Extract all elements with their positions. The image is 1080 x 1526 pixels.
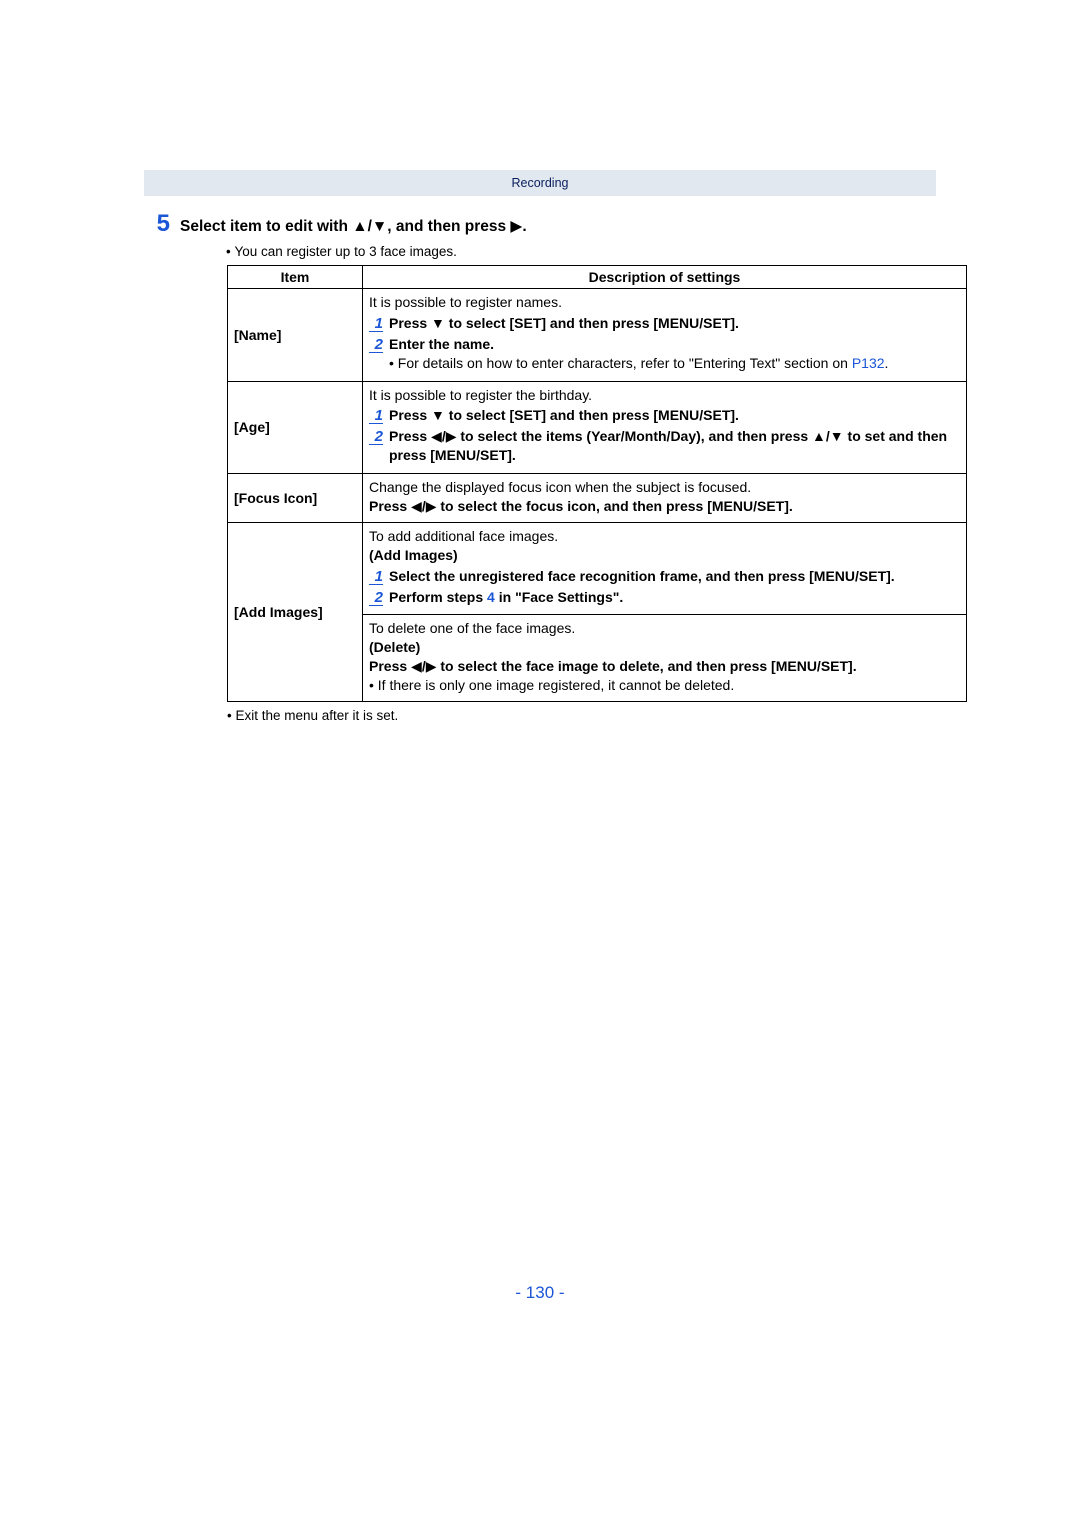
substep-1: 1 — [369, 316, 383, 332]
up-arrow-icon — [352, 218, 367, 235]
substep-2: 2 — [369, 337, 383, 353]
breadcrumb: Recording — [144, 170, 936, 196]
left-arrow-icon — [411, 498, 422, 514]
down-arrow-icon — [431, 315, 445, 331]
row-addimages-add: To add additional face images. (Add Imag… — [363, 522, 967, 615]
exit-menu-note: • Exit the menu after it is set. — [227, 708, 936, 723]
settings-table: Item Description of settings [Name] It i… — [227, 265, 967, 702]
substep-1: 1 — [369, 408, 383, 424]
step-5-note: • You can register up to 3 face images. — [226, 244, 936, 259]
substep-2: 2 — [369, 590, 383, 606]
left-arrow-icon — [431, 428, 442, 444]
row-age-label: [Age] — [228, 381, 363, 474]
row-age-desc: It is possible to register the birthday.… — [363, 381, 967, 474]
row-name-desc: It is possible to register names. 1 Pres… — [363, 289, 967, 382]
row-addimages-label: [Add Images] — [228, 522, 363, 701]
down-arrow-icon — [372, 218, 387, 235]
right-arrow-icon — [426, 658, 437, 674]
up-arrow-icon — [812, 428, 826, 444]
page-number: - 130 - — [0, 1283, 1080, 1323]
down-arrow-icon — [431, 407, 445, 423]
col-header-item: Item — [228, 266, 363, 289]
step-5: 5 Select item to edit with /, and then p… — [144, 210, 936, 238]
down-arrow-icon — [830, 428, 844, 444]
row-focus-label: [Focus Icon] — [228, 474, 363, 523]
row-name-label: [Name] — [228, 289, 363, 382]
row-focus-desc: Change the displayed focus icon when the… — [363, 474, 967, 523]
step-ref-4[interactable]: 4 — [487, 589, 495, 605]
right-arrow-icon — [426, 498, 437, 514]
right-arrow-icon — [510, 218, 522, 235]
substep-2: 2 — [369, 429, 383, 445]
left-arrow-icon — [411, 658, 422, 674]
col-header-desc: Description of settings — [363, 266, 967, 289]
step-5-text: Select item to edit with /, and then pre… — [180, 216, 527, 238]
page-link-p132[interactable]: P132 — [852, 355, 885, 371]
substep-1: 1 — [369, 569, 383, 585]
right-arrow-icon — [446, 428, 457, 444]
step-number: 5 — [144, 210, 170, 238]
row-addimages-delete: To delete one of the face images. (Delet… — [363, 615, 967, 702]
